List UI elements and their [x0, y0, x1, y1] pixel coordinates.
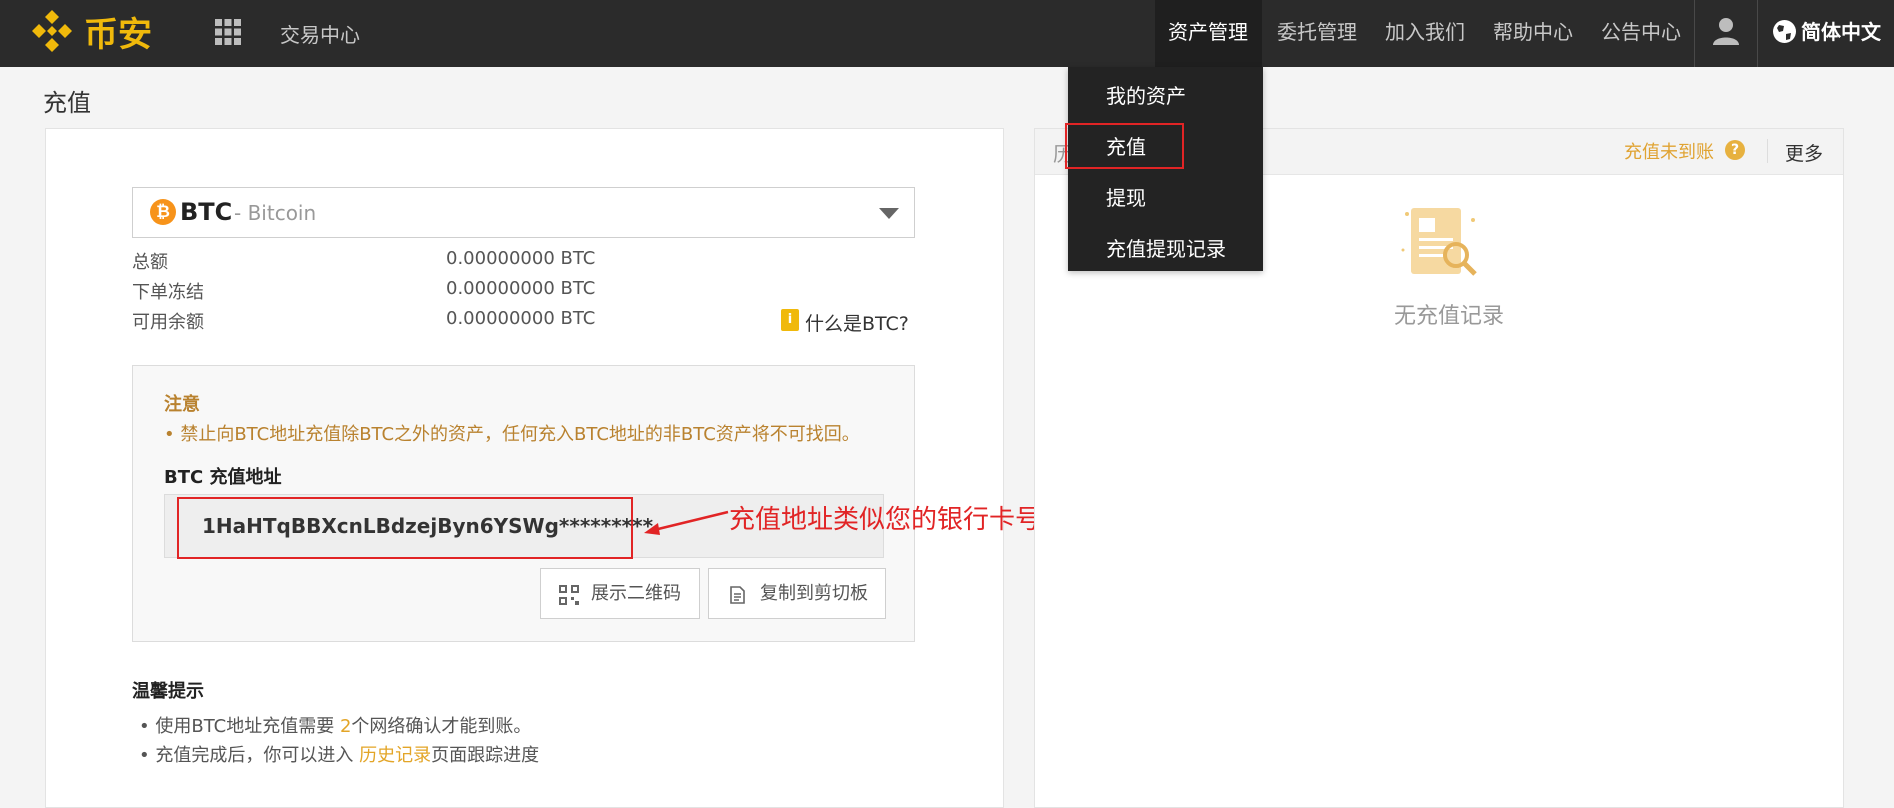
nav-trade-center[interactable]: 交易中心	[280, 19, 360, 48]
nav-announcements[interactable]: 公告中心	[1601, 0, 1681, 67]
copy-address-label: 复制到剪切板	[760, 583, 868, 604]
tip-2-suffix: 页面跟踪进度	[431, 745, 540, 766]
chevron-down-icon[interactable]	[879, 208, 899, 219]
tip-confirmations: • 使用BTC地址充值需要 2个网络确认才能到账。	[139, 716, 532, 737]
balance-frozen-value: 0.00000000 BTC	[446, 278, 596, 299]
balance-frozen-label: 下单冻结	[132, 282, 204, 303]
user-icon[interactable]	[1713, 17, 1739, 45]
balance-total-value: 0.00000000 BTC	[446, 248, 596, 269]
menu-item-records[interactable]: 充值提现记录	[1106, 233, 1226, 262]
brand-name[interactable]: 币安	[84, 7, 152, 56]
nav-help-center[interactable]: 帮助中心	[1493, 0, 1573, 67]
asset-fullname: - Bitcoin	[234, 201, 317, 225]
tip-1-suffix: 个网络确认才能到账。	[351, 716, 532, 737]
notice-text: • 禁止向BTC地址充值除BTC之外的资产，任何充入BTC地址的非BTC资产将不…	[164, 424, 860, 445]
menu-item-withdraw[interactable]: 提现	[1106, 182, 1146, 211]
info-icon[interactable]: i	[781, 309, 799, 331]
address-annotation: 充值地址类似您的银行卡号	[729, 505, 1042, 535]
copy-address-button[interactable]: 复制到剪切板	[708, 568, 886, 619]
menu-highlight-box	[1065, 123, 1184, 169]
balance-available-value: 0.00000000 BTC	[446, 308, 596, 329]
balance-available-label: 可用余额	[132, 312, 204, 333]
page-title: 充值	[43, 89, 91, 117]
tip-2-prefix: 充值完成后，你可以进入	[155, 745, 360, 766]
copy-icon	[730, 586, 745, 604]
globe-icon[interactable]	[1772, 19, 1797, 44]
annotation-arrow-icon	[644, 510, 729, 535]
deposit-address[interactable]: 1HaHTqBBXcnLBdzejByn6YSWg*********	[202, 514, 653, 538]
qr-code-icon	[559, 585, 579, 605]
empty-state-text: 无充值记录	[1394, 304, 1505, 329]
not-arrived-link[interactable]: 充值未到账	[1624, 138, 1714, 164]
tip-1-number: 2	[339, 716, 352, 737]
nav-order-management[interactable]: 委托管理	[1277, 0, 1357, 67]
tips-title: 温馨提示	[132, 681, 204, 702]
language-selector[interactable]: 简体中文	[1801, 16, 1881, 45]
nav-divider	[1757, 0, 1758, 67]
tip-1-prefix: 使用BTC地址充值需要	[155, 716, 340, 737]
menu-item-my-assets[interactable]: 我的资产	[1106, 80, 1186, 109]
divider	[1767, 139, 1768, 163]
show-qr-button[interactable]: 展示二维码	[540, 568, 700, 619]
what-is-btc-link[interactable]: 什么是BTC?	[805, 309, 909, 336]
bitcoin-icon: ₿	[150, 199, 176, 225]
show-qr-label: 展示二维码	[591, 583, 681, 604]
help-question-icon[interactable]: ?	[1725, 140, 1745, 160]
balance-total-label: 总额	[132, 252, 168, 273]
address-label: BTC 充值地址	[164, 467, 282, 488]
notice-title: 注意	[164, 394, 200, 415]
more-link[interactable]: 更多	[1785, 139, 1823, 166]
asset-symbol: BTC	[180, 198, 233, 226]
nav-divider	[1694, 0, 1695, 67]
apps-grid-icon[interactable]	[215, 19, 241, 45]
empty-document-icon	[1401, 208, 1477, 276]
nav-asset-management[interactable]: 资产管理	[1155, 0, 1262, 67]
tip-history: • 充值完成后，你可以进入 历史记录页面跟踪进度	[139, 745, 540, 766]
nav-join-us[interactable]: 加入我们	[1385, 0, 1465, 67]
history-link[interactable]: 历史记录	[359, 745, 431, 766]
